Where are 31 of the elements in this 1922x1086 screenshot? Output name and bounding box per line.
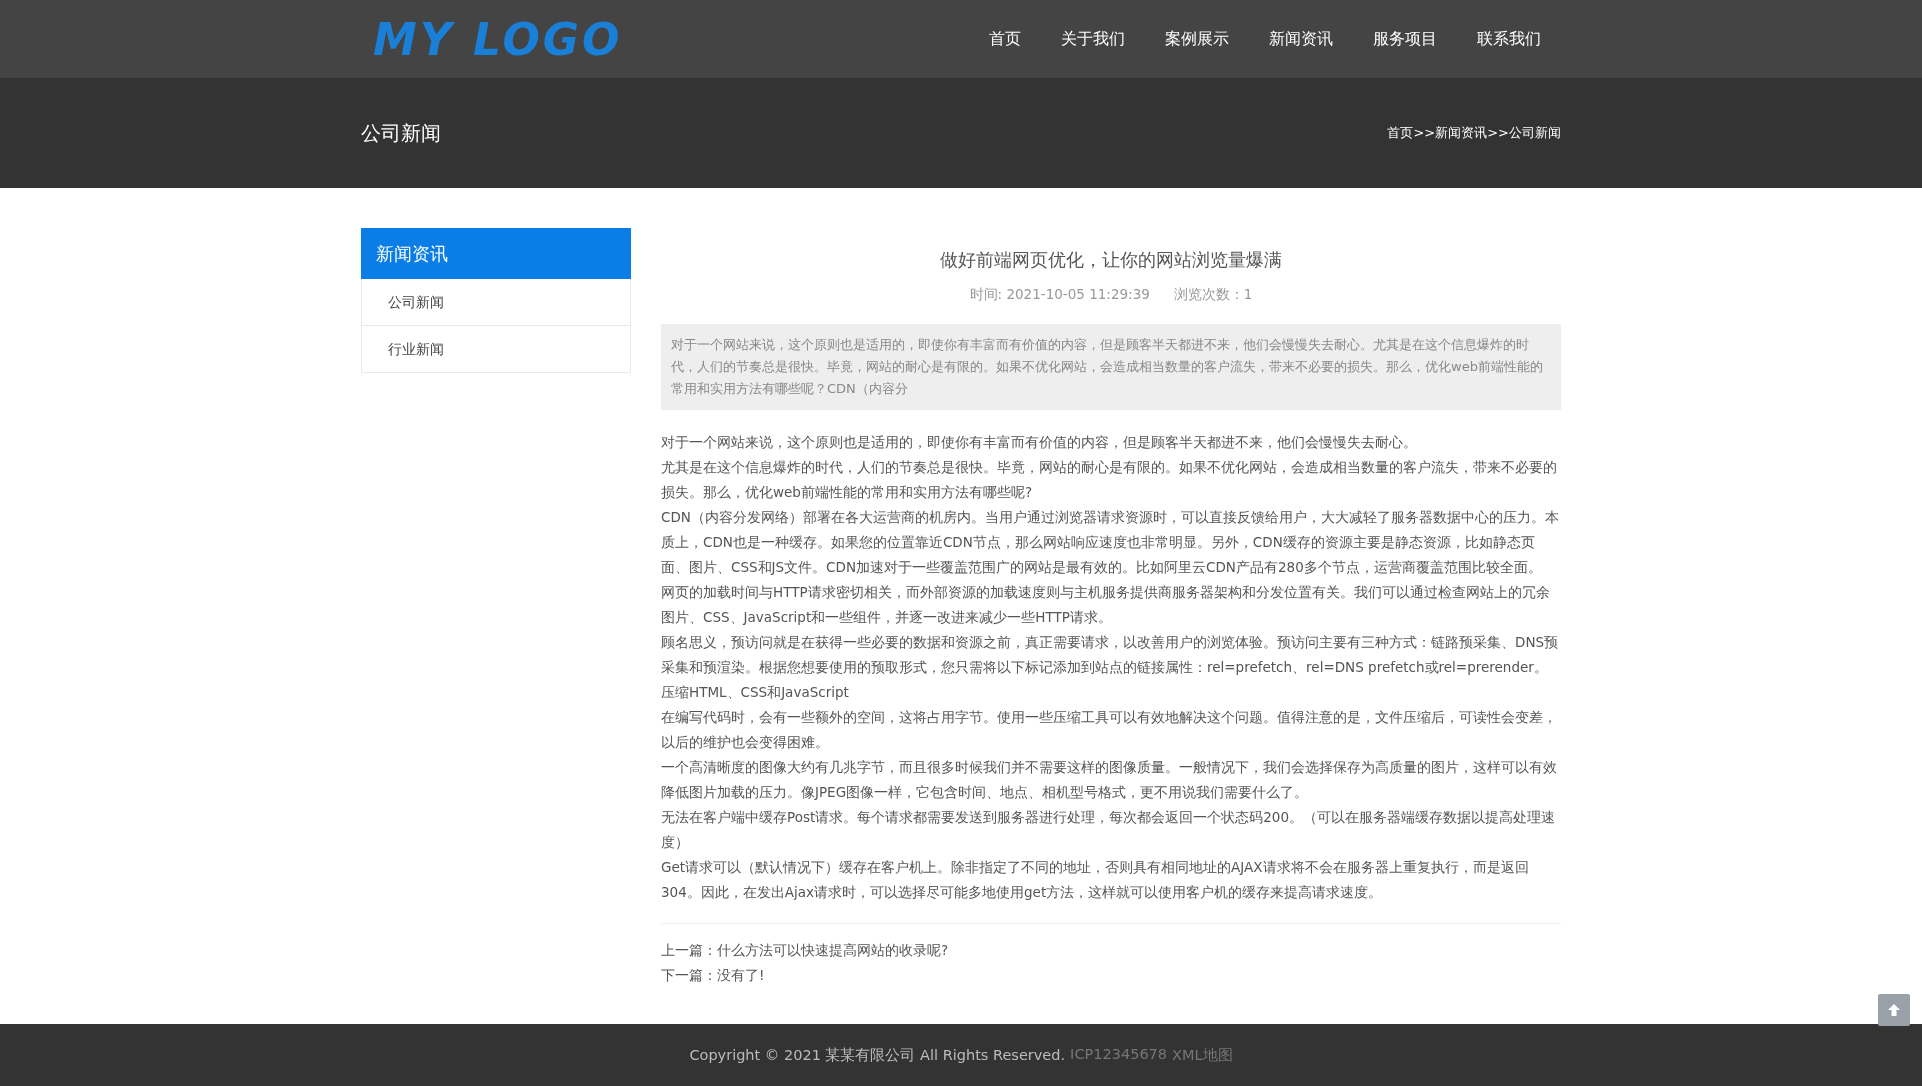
paragraph: 对于一个网站来说，这个原则也是适用的，即使你有丰富而有价值的内容，但是顾客半天都进不来，他们会慢慢失去耐心。 xyxy=(661,433,1418,452)
paragraph: 顾名思义，预访问就是在获得一些必要的数据和资源之前，真正需要请求，以改善用户的浏览体验。预访问主要有三种方式：链路预采集、DNS预采集和预渲染。根据您想要使用的预取形式，您只需将以下标记添加到站点的链接属性：rel=prefetch、rel=DNS prefetch或rel=prerender。 xyxy=(661,633,1560,677)
breadcrumb: 首页>>新闻资讯>>公司新闻 xyxy=(1387,124,1561,142)
nav-link[interactable]: 联系我们 xyxy=(1477,28,1541,50)
nav-link[interactable]: 案例展示 xyxy=(1165,28,1229,50)
sidebar-item[interactable]: 公司新闻 xyxy=(361,279,631,326)
article-meta: 浏览次数：1 xyxy=(1173,286,1253,304)
article-meta: 时间: 2021-10-05 11:29:39 xyxy=(969,286,1150,304)
article-title: 做好前端网页优化，让你的网站浏览量爆满 xyxy=(939,248,1283,272)
copyright-text: Copyright © 2021 某某有限公司 All Rights Reserved. xyxy=(689,1045,1066,1065)
pager-link[interactable]: 没有了! xyxy=(717,967,765,983)
paragraph: 尤其是在这个信息爆炸的时代，人们的节奏总是很快。毕竟，网站的耐心是有限的。如果不优化网站，会造成相当数量的客户流失，带来不必要的损失。那么，优化web前端性能的常用和实用方法有哪些呢? xyxy=(661,458,1558,502)
paragraph: 压缩HTML、CSS和JavaScript xyxy=(661,683,850,702)
paragraph: CDN（内容分发网络）部署在各大运营商的机房内。当用户通过浏览器请求资源时，可以直接反馈给用户，大大减轻了服务器数据中心的压力。本质上，CDN也是一种缓存。如果您的位置靠近CDN节点，那么网站响应速度也非常明显。另外，CDN缓存的资源主要是静态资源，比如静态页面、图片、CSS和JS文件。CDN加速对于一些覆盖范围广的网站是最有效的。比如阿里云CDN产品有280多个节点，运营商覆盖范围比较全面。 xyxy=(661,508,1560,577)
paragraph: 网页的加载时间与HTTP请求密切相关，而外部资源的加载速度则与主机服务提供商服务器架构和分发位置有关。我们可以通过检查网站上的冗余图片、CSS、JavaScript和一些组件，并逐一改进来减少一些HTTP请求。 xyxy=(661,583,1551,627)
nav-link[interactable]: 关于我们 xyxy=(1061,28,1125,50)
paragraph: Get请求可以（默认情况下）缓存在客户机上。除非指定了不同的地址，否则具有相同地址的AJAX请求将不会在服务器上重复执行，而是返回304。因此，在发出Ajax请求时，可以选择尽可能多地使用get方法，这样就可以使用客户机的缓存来提高请求速度。 xyxy=(661,858,1530,902)
paragraph: 在编写代码时，会有一些额外的空间，这将占用字节。使用一些压缩工具可以有效地解决这个问题。值得注意的是，文件压缩后，可读性会变差，以后的维护也会变得困难。 xyxy=(661,708,1558,752)
up-arrow-icon xyxy=(1887,1003,1901,1017)
paragraph: 一个高清晰度的图像大约有几兆字节，而且很多时候我们并不需要这样的图像质量。一般情况下，我们会选择保存为高质量的图片，这样可以有效降低图片加载的压力。像JPEG图像一样，它包含时间、地点、相机型号格式，更不用说我们需要什么了。 xyxy=(661,758,1558,802)
sidebar-heading: 新闻资讯 xyxy=(361,228,631,279)
page-title: 公司新闻 xyxy=(361,119,441,147)
back-to-top-button[interactable] xyxy=(1878,994,1910,1026)
paragraph: 无法在客户端中缓存Post请求。每个请求都需要发送到服务器进行处理，每次都会返回一个状态码200。（可以在服务器端缓存数据以提高处理速度） xyxy=(661,808,1556,852)
nav-link[interactable]: 首页 xyxy=(989,28,1021,50)
nav-link[interactable]: 服务项目 xyxy=(1373,28,1437,50)
pager-label: 下一篇： xyxy=(661,967,717,983)
sidebar-item[interactable]: 行业新闻 xyxy=(361,326,631,373)
pager-label: 上一篇： xyxy=(661,942,717,958)
nav-link[interactable]: 新闻资讯 xyxy=(1269,28,1333,50)
pager-link[interactable]: 什么方法可以快速提高网站的收录呢? xyxy=(717,942,949,958)
